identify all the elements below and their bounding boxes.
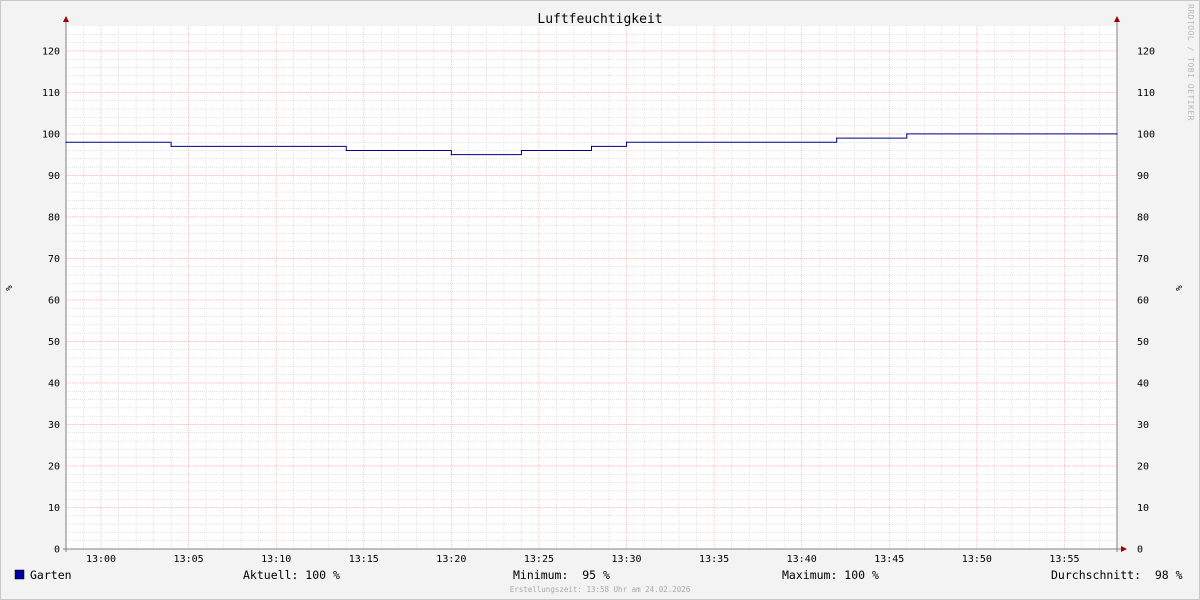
- y-tick-label-left: 100: [42, 129, 60, 140]
- chart-title: Luftfeuchtigkeit: [537, 12, 662, 27]
- y-tick-labels-left: 0 10 20 30 40 50 60 70 80 90 100 110 120: [42, 46, 60, 555]
- data-point: [520, 149, 523, 152]
- x-tick-label: 13:50: [962, 554, 992, 565]
- x-tick-label: 13:20: [436, 554, 466, 565]
- legend-maximum: Maximum: 100 %: [782, 568, 879, 582]
- y-tick-label-right: 70: [1137, 254, 1149, 265]
- legend-durchschnitt: Durchschnitt: 98 %: [1051, 568, 1183, 582]
- x-tick-label: 13:55: [1049, 554, 1079, 565]
- x-tick-label: 13:25: [524, 554, 554, 565]
- data-point: [450, 154, 452, 156]
- y-tick-label-left: 80: [48, 212, 60, 223]
- x-tick-label: 13:10: [261, 554, 291, 565]
- y-tick-label-right: 50: [1137, 337, 1149, 348]
- y-tick-label-left: 40: [48, 378, 60, 389]
- legend-aktuell: Aktuell: 100 %: [243, 568, 340, 582]
- data-point: [906, 133, 908, 135]
- data-point: [625, 141, 628, 143]
- data-point: [65, 141, 67, 143]
- y-tick-label-left: 10: [48, 503, 60, 514]
- y-tick-label-left: 90: [48, 171, 60, 182]
- x-tick-label: 13:15: [349, 554, 379, 565]
- y-axis-arrow-left: [63, 16, 69, 22]
- rrdtool-watermark: RRDTOOL / TOBI OETIKER: [1186, 4, 1195, 121]
- y-tick-label-left: 110: [42, 88, 60, 99]
- y-tick-label-right: 10: [1137, 503, 1149, 514]
- y-tick-label-right: 80: [1137, 212, 1149, 223]
- y-tick-label-left: 0: [54, 545, 60, 556]
- data-point: [170, 145, 172, 147]
- y-tick-label-right: 110: [1137, 88, 1155, 99]
- y-axis-label-right: %: [1175, 285, 1185, 291]
- y-tick-label-left: 50: [48, 337, 60, 348]
- x-tick-label: 13:40: [787, 554, 817, 565]
- data-point: [836, 137, 838, 139]
- legend-minimum: Minimum: 95 %: [513, 568, 610, 582]
- y-tick-label-left: 30: [48, 420, 60, 431]
- y-tick-label-right: 60: [1137, 295, 1149, 306]
- x-tick-label: 13:05: [174, 554, 204, 565]
- x-axis-arrow: [1121, 546, 1127, 552]
- legend-series-name: Garten: [30, 568, 72, 582]
- y-tick-label-right: 40: [1137, 378, 1149, 389]
- data-point: [590, 145, 593, 147]
- legend-swatch-garten: [14, 569, 25, 580]
- data-point: [345, 149, 347, 152]
- x-tick-label: 13:45: [874, 554, 904, 565]
- y-tick-label-left: 20: [48, 461, 60, 472]
- y-axis-arrow-right: [1114, 16, 1120, 22]
- y-axis-label-left: %: [5, 285, 15, 291]
- x-tick-label: 13:00: [86, 554, 116, 565]
- creation-timestamp: Erstellungszeit: 13:58 Uhr am 24.02.2026: [510, 585, 691, 594]
- y-tick-labels-right: 0 10 20 30 40 50 60 70 80 90 100 110 120: [1137, 46, 1155, 555]
- y-tick-label-left: 60: [48, 295, 60, 306]
- y-tick-label-right: 90: [1137, 171, 1149, 182]
- y-tick-label-right: 100: [1137, 129, 1155, 140]
- y-tick-label-right: 20: [1137, 461, 1149, 472]
- data-point: [1116, 133, 1118, 135]
- y-tick-label-right: 120: [1137, 46, 1155, 57]
- y-tick-label-right: 0: [1137, 545, 1143, 556]
- y-tick-label-left: 120: [42, 46, 60, 57]
- chart-svg: Luftfeuchtigkeit % % RRDTOOL / TOBI OETI…: [5, 4, 1195, 594]
- x-tick-label: 13:30: [611, 554, 641, 565]
- x-tick-labels: 13:00 13:05 13:10 13:15 13:20 13:25 13:30 13:35…: [86, 554, 1080, 565]
- x-tick-label: 13:35: [699, 554, 729, 565]
- y-tick-label-left: 70: [48, 254, 60, 265]
- y-tick-label-right: 30: [1137, 420, 1149, 431]
